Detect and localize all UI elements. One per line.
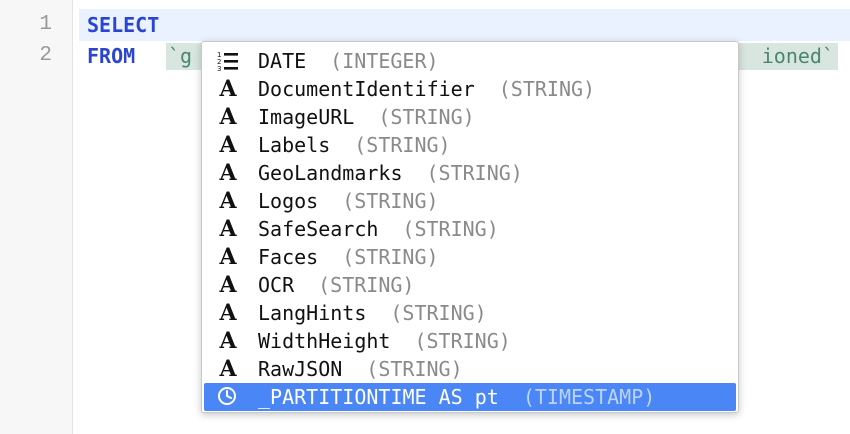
code-line-1[interactable]: SELECT: [79, 9, 850, 41]
field-type: (STRING): [402, 217, 499, 241]
autocomplete-item[interactable]: A ImageURL (STRING): [204, 103, 736, 131]
string-a-icon: A: [219, 160, 237, 186]
field-type: (STRING): [318, 273, 415, 297]
clock-icon: [216, 383, 240, 411]
string-a-icon: A: [219, 188, 237, 214]
string-a-icon: A: [219, 104, 237, 130]
autocomplete-item-label: DATE (INTEGER): [258, 47, 439, 75]
autocomplete-item[interactable]: A Labels (STRING): [204, 131, 736, 159]
field-type: (STRING): [342, 189, 439, 213]
autocomplete-item[interactable]: 1 2 3 DATE (INTEGER): [204, 47, 736, 75]
autocomplete-item-label: WidthHeight (STRING): [258, 327, 511, 355]
field-name: WidthHeight: [258, 329, 391, 353]
autocomplete-item[interactable]: A Faces (STRING): [204, 243, 736, 271]
field-name: Faces: [258, 245, 319, 269]
field-type: (STRING): [390, 301, 487, 325]
autocomplete-item-label: Labels (STRING): [258, 131, 451, 159]
integer-list-icon: 123: [216, 47, 240, 75]
string-a-icon: A: [219, 272, 237, 298]
field-type: (TIMESTAMP): [522, 385, 656, 409]
field-type: (INTEGER): [330, 49, 439, 73]
autocomplete-item[interactable]: A GeoLandmarks (STRING): [204, 159, 736, 187]
autocomplete-item-label: OCR (STRING): [258, 271, 414, 299]
autocomplete-item-label: RawJSON (STRING): [258, 355, 463, 383]
autocomplete-item[interactable]: A Logos (STRING): [204, 187, 736, 215]
field-name: LangHints: [258, 301, 367, 325]
string-a-icon: A: [219, 244, 237, 270]
svg-text:3: 3: [217, 65, 221, 72]
autocomplete-item-label: Faces (STRING): [258, 243, 439, 271]
field-name: DocumentIdentifier: [258, 77, 475, 101]
autocomplete-item-label: Logos (STRING): [258, 187, 439, 215]
field-name: Labels: [258, 133, 331, 157]
field-name: Logos: [258, 189, 319, 213]
autocomplete-item[interactable]: A OCR (STRING): [204, 271, 736, 299]
string-a-icon: A: [219, 76, 237, 102]
code-line-2[interactable]: FROM: [79, 40, 135, 72]
field-type: (STRING): [426, 161, 523, 185]
table-reference-end: ioned`: [761, 44, 834, 68]
field-type: (STRING): [378, 105, 475, 129]
field-type: (STRING): [366, 357, 463, 381]
string-a-icon: A: [219, 300, 237, 326]
field-type: (STRING): [414, 329, 511, 353]
field-name: ImageURL: [258, 105, 355, 129]
autocomplete-item-label: _PARTITIONTIME AS pt (TIMESTAMP): [258, 383, 655, 411]
field-type: (STRING): [342, 245, 439, 269]
from-keyword: FROM: [87, 44, 136, 68]
select-keyword: SELECT: [87, 13, 160, 37]
autocomplete-item-label: LangHints (STRING): [258, 299, 487, 327]
string-a-icon: A: [219, 356, 237, 382]
autocomplete-item-label: SafeSearch (STRING): [258, 215, 499, 243]
field-name: DATE: [258, 49, 307, 73]
autocomplete-item[interactable]: A LangHints (STRING): [204, 299, 736, 327]
autocomplete-item[interactable]: A DocumentIdentifier (STRING): [204, 75, 736, 103]
field-name: GeoLandmarks: [258, 161, 403, 185]
autocomplete-item[interactable]: A RawJSON (STRING): [204, 355, 736, 383]
autocomplete-popup[interactable]: 1 2 3 DATE (INTEGER) A DocumentIdentifier (STRI…: [201, 41, 739, 413]
autocomplete-item-label: DocumentIdentifier (STRING): [258, 75, 595, 103]
string-a-icon: A: [219, 216, 237, 242]
autocomplete-item-label: ImageURL (STRING): [258, 103, 475, 131]
string-a-icon: A: [219, 328, 237, 354]
field-type: (STRING): [498, 77, 596, 101]
field-type: (STRING): [354, 133, 451, 157]
autocomplete-item[interactable]: A WidthHeight (STRING): [204, 327, 736, 355]
string-a-icon: A: [219, 132, 237, 158]
field-name: _PARTITIONTIME AS pt: [258, 385, 499, 409]
table-reference-start: `g: [168, 44, 193, 68]
field-name: OCR: [258, 273, 295, 297]
field-name: SafeSearch: [258, 217, 379, 241]
field-name: RawJSON: [258, 357, 343, 381]
autocomplete-item[interactable]: _PARTITIONTIME AS pt (TIMESTAMP): [204, 383, 736, 411]
line-number-1: 1: [39, 13, 52, 36]
autocomplete-item-label: GeoLandmarks (STRING): [258, 159, 523, 187]
autocomplete-item[interactable]: A SafeSearch (STRING): [204, 215, 736, 243]
line-number-gutter: 1 2: [0, 0, 73, 434]
line-number-2: 2: [39, 44, 52, 67]
sql-editor[interactable]: 1 2 SELECT FROM `g ioned` 1 2 3 DATE (INTEGE…: [0, 0, 850, 434]
